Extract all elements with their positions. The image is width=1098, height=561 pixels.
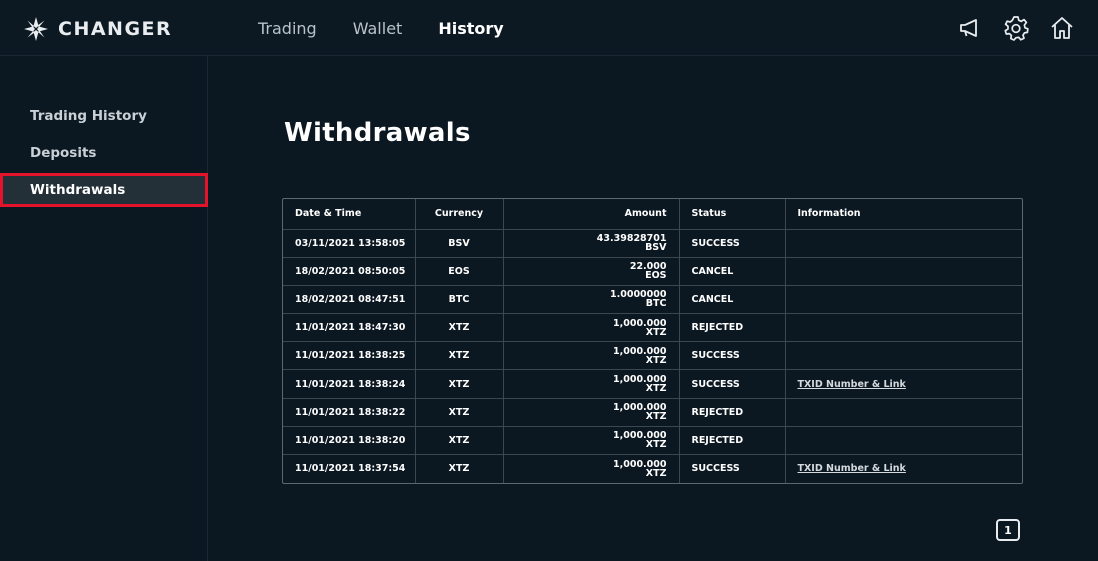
cell-date: 11/01/2021 18:38:24 xyxy=(283,369,416,399)
megaphone-icon[interactable] xyxy=(956,14,984,42)
cell-date: 18/02/2021 08:50:05 xyxy=(283,257,416,286)
cell-information: TXID Number & Link xyxy=(785,369,1022,399)
cell-currency: BSV xyxy=(415,229,504,258)
cell-currency: XTZ xyxy=(415,426,504,456)
table-row: 11/01/2021 18:47:30 XTZ 1,000.000 XTZ REJ… xyxy=(283,313,1022,343)
amount-value: 22.000 xyxy=(629,261,667,273)
table-row: 18/02/2021 08:50:05 EOS 22.000 EOS CANCEL xyxy=(283,257,1022,286)
changer-logo-icon xyxy=(24,17,48,41)
table-row: 11/01/2021 18:38:24 XTZ 1,000.000 XTZ SUC… xyxy=(283,369,1022,399)
gear-icon[interactable] xyxy=(1002,14,1030,42)
cell-information: TXID Number & Link xyxy=(785,455,1022,483)
txid-link[interactable]: TXID Number & Link xyxy=(798,379,906,390)
cell-date: 11/01/2021 18:38:25 xyxy=(283,341,416,371)
amount-unit: XTZ xyxy=(645,411,667,423)
cell-currency: XTZ xyxy=(415,313,504,343)
table-row: 11/01/2021 18:38:22 XTZ 1,000.000 XTZ REJ… xyxy=(283,398,1022,427)
amount-value: 1,000.000 xyxy=(613,430,667,442)
amount-value: 1,000.000 xyxy=(613,317,667,329)
header-icons xyxy=(938,14,1076,42)
amount-unit: XTZ xyxy=(645,354,667,366)
cell-status: REJECTED xyxy=(679,398,786,427)
amount-value: 1.0000000 xyxy=(610,289,667,301)
cell-information xyxy=(785,257,1022,286)
cell-amount: 1,000.000 XTZ xyxy=(503,398,680,427)
sidebar-item-withdrawals[interactable]: Withdrawals xyxy=(0,173,208,207)
sidebar-item-deposits[interactable]: Deposits xyxy=(0,136,208,170)
cell-amount: 1,000.000 XTZ xyxy=(503,454,680,483)
cell-date: 11/01/2021 18:47:30 xyxy=(283,313,416,343)
cell-amount: 1,000.000 XTZ xyxy=(503,369,680,399)
brand-logo[interactable]: CHANGER xyxy=(22,16,172,42)
main-nav: Trading Wallet History xyxy=(258,0,540,56)
cell-currency: XTZ xyxy=(415,341,504,371)
cell-status: SUCCESS xyxy=(679,454,786,483)
sidebar-item-trading-history[interactable]: Trading History xyxy=(0,99,208,133)
column-header-status: Status xyxy=(679,199,786,230)
cell-currency: BTC xyxy=(415,285,504,315)
cell-date: 11/01/2021 18:38:22 xyxy=(283,398,416,427)
amount-value: 1,000.000 xyxy=(613,345,667,357)
cell-status: SUCCESS xyxy=(679,341,786,371)
home-icon[interactable] xyxy=(1048,14,1076,42)
amount-value: 1,000.000 xyxy=(613,402,667,414)
table-row: 11/01/2021 18:38:20 XTZ 1,000.000 XTZ REJ… xyxy=(283,426,1022,456)
table-row: 03/11/2021 13:58:05 BSV 43.39828701 BSV S… xyxy=(283,229,1022,258)
cell-information xyxy=(785,398,1022,427)
cell-status: REJECTED xyxy=(679,426,786,456)
cell-status: CANCEL xyxy=(679,285,786,315)
table-row: 18/02/2021 08:47:51 BTC 1.0000000 BTC CAN… xyxy=(283,285,1022,315)
cell-date: 11/01/2021 18:38:20 xyxy=(283,426,416,456)
page-title: Withdrawals xyxy=(284,118,471,148)
nav-wallet[interactable]: Wallet xyxy=(353,19,403,38)
column-header-amount: Amount xyxy=(503,199,680,230)
cell-information xyxy=(785,285,1022,315)
cell-date: 18/02/2021 08:47:51 xyxy=(283,285,416,315)
table-header-row: Date & Time Currency Amount Status Infor… xyxy=(283,199,1022,230)
cell-status: SUCCESS xyxy=(679,369,786,399)
cell-currency: XTZ xyxy=(415,454,504,483)
column-header-information: Information xyxy=(785,199,1022,230)
column-header-currency: Currency xyxy=(415,199,504,230)
cell-status: CANCEL xyxy=(679,257,786,286)
amount-unit: XTZ xyxy=(645,467,667,479)
amount-unit: BSV xyxy=(645,242,667,254)
nav-history[interactable]: History xyxy=(438,19,503,38)
cell-amount: 1,000.000 XTZ xyxy=(503,313,680,343)
cell-status: REJECTED xyxy=(679,313,786,343)
pagination-page-button[interactable]: 1 xyxy=(996,519,1020,541)
amount-value: 43.39828701 xyxy=(596,233,667,245)
cell-information xyxy=(785,426,1022,456)
cell-information xyxy=(785,229,1022,258)
amount-unit: XTZ xyxy=(645,326,667,338)
amount-unit: BTC xyxy=(645,298,667,310)
cell-information xyxy=(785,341,1022,371)
cell-amount: 1,000.000 XTZ xyxy=(503,426,680,456)
cell-amount: 43.39828701 BSV xyxy=(503,229,680,258)
cell-currency: EOS xyxy=(415,257,504,286)
top-navigation-bar: CHANGER Trading Wallet History xyxy=(0,0,1098,56)
cell-amount: 22.000 EOS xyxy=(503,257,680,286)
amount-unit: EOS xyxy=(645,270,667,282)
history-sidebar: Trading History Deposits Withdrawals xyxy=(0,56,208,561)
txid-link[interactable]: TXID Number & Link xyxy=(798,463,906,474)
cell-information xyxy=(785,313,1022,343)
cell-date: 03/11/2021 13:58:05 xyxy=(283,229,416,258)
table-row: 11/01/2021 18:37:54 XTZ 1,000.000 XTZ SUC… xyxy=(283,454,1022,483)
amount-value: 1,000.000 xyxy=(613,458,667,470)
amount-unit: XTZ xyxy=(645,439,667,451)
cell-amount: 1.0000000 BTC xyxy=(503,285,680,315)
amount-value: 1,000.000 xyxy=(613,374,667,386)
cell-currency: XTZ xyxy=(415,398,504,427)
cell-status: SUCCESS xyxy=(679,229,786,258)
column-header-date: Date & Time xyxy=(283,199,416,230)
cell-amount: 1,000.000 XTZ xyxy=(503,341,680,371)
brand-name: CHANGER xyxy=(58,18,173,40)
withdrawals-table: Date & Time Currency Amount Status Infor… xyxy=(282,198,1023,484)
cell-currency: XTZ xyxy=(415,369,504,399)
amount-unit: XTZ xyxy=(645,383,667,395)
table-row: 11/01/2021 18:38:25 XTZ 1,000.000 XTZ SUC… xyxy=(283,341,1022,371)
nav-trading[interactable]: Trading xyxy=(258,19,317,38)
cell-date: 11/01/2021 18:37:54 xyxy=(283,454,416,483)
